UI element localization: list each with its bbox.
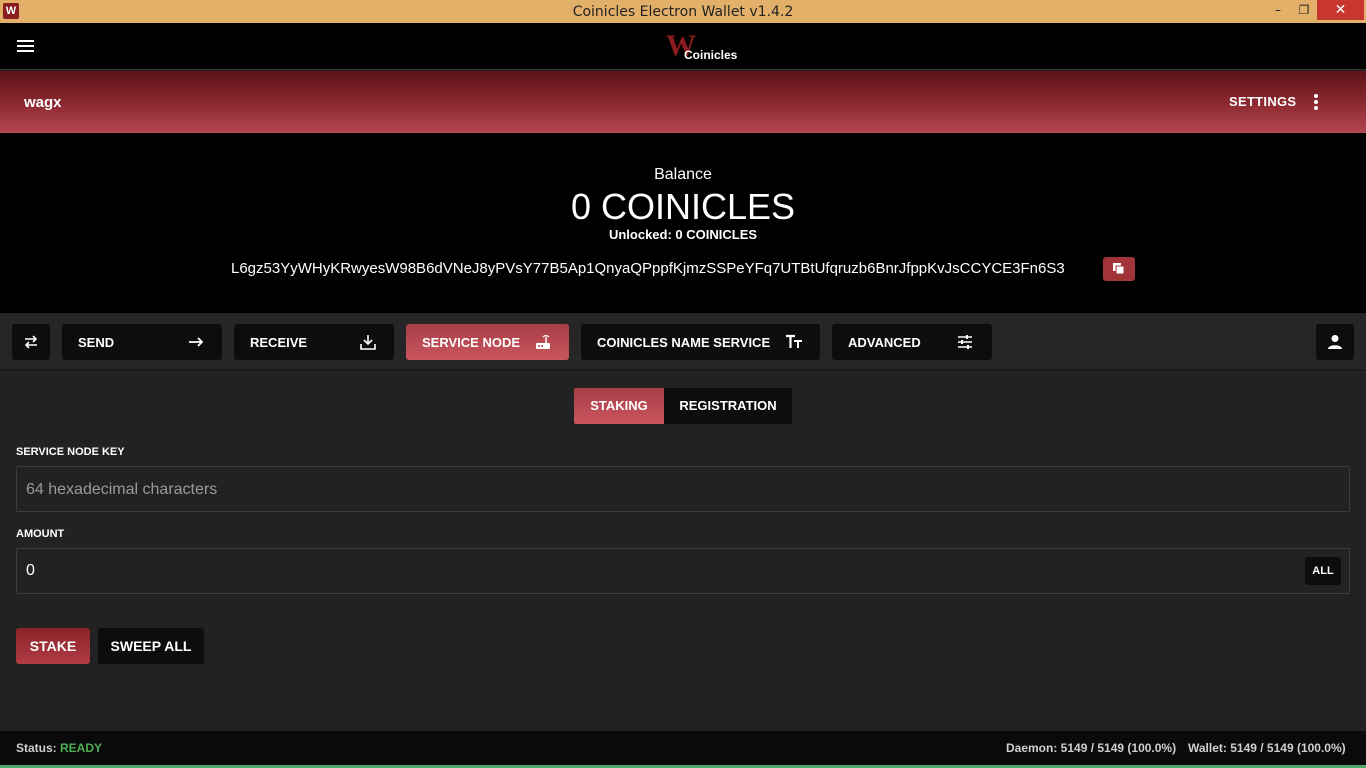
wallet-name: wagx: [24, 94, 62, 111]
copy-address-button[interactable]: [1103, 257, 1135, 281]
name-service-button[interactable]: COINICLES NAME SERVICE: [581, 324, 820, 360]
name-service-label: COINICLES NAME SERVICE: [597, 335, 771, 350]
account-button[interactable]: [1316, 324, 1354, 360]
amount-value: 0: [26, 562, 35, 579]
status-value: READY: [60, 741, 103, 755]
service-node-key-input[interactable]: 64 hexadecimal characters: [16, 466, 1350, 512]
logo-mark: W: [666, 29, 696, 62]
menu-icon[interactable]: [17, 40, 34, 52]
service-node-key-label: SERVICE NODE KEY: [16, 446, 125, 458]
advanced-label: ADVANCED: [848, 335, 921, 350]
service-node-key-placeholder: 64 hexadecimal characters: [26, 481, 218, 498]
wallet-sync-status: Wallet: 5149 / 5149 (100.0%): [1188, 741, 1346, 755]
minimize-button[interactable]: –: [1265, 0, 1291, 20]
advanced-button[interactable]: ADVANCED: [832, 324, 992, 360]
receive-button[interactable]: RECEIVE: [234, 324, 394, 360]
download-icon: [360, 335, 376, 350]
arrow-right-icon: [189, 337, 204, 347]
sliders-icon: [958, 335, 972, 349]
service-node-panel: STAKING REGISTRATION SERVICE NODE KEY 64…: [0, 371, 1366, 731]
close-button[interactable]: ✕: [1317, 0, 1364, 20]
router-icon: [536, 335, 550, 349]
maximize-button[interactable]: ❐: [1291, 0, 1317, 20]
window-titlebar: W Coinicles Electron Wallet v1.4.2 – ❐ ✕: [0, 0, 1366, 23]
service-node-label: SERVICE NODE: [422, 335, 521, 350]
sweep-all-button[interactable]: SWEEP ALL: [98, 628, 204, 664]
unlocked-balance: Unlocked: 0 COINICLES: [608, 227, 758, 242]
text-size-icon: [786, 334, 802, 348]
receive-label: RECEIVE: [250, 335, 308, 350]
swap-button[interactable]: [12, 324, 50, 360]
more-options-icon[interactable]: [1313, 94, 1319, 110]
all-button[interactable]: ALL: [1305, 557, 1341, 585]
status-prefix: Status:: [16, 741, 57, 755]
user-icon: [1328, 335, 1342, 349]
nav-strip: SEND RECEIVE SERVICE NODE COINICLES NAME…: [0, 313, 1366, 371]
stake-button[interactable]: STAKE: [16, 628, 90, 664]
status-bar: Status: READY Daemon: 5149 / 5149 (100.0…: [0, 731, 1366, 768]
wallet-bar: wagx SETTINGS: [0, 71, 1366, 133]
window-title: Coinicles Electron Wallet v1.4.2: [572, 4, 794, 20]
balance-label: Balance: [654, 166, 712, 183]
service-node-button[interactable]: SERVICE NODE: [406, 324, 569, 360]
amount-label: AMOUNT: [16, 528, 65, 540]
daemon-sync-status: Daemon: 5149 / 5149 (100.0%): [1006, 741, 1177, 755]
swap-arrows-icon: [24, 335, 38, 349]
brand-name: Coinicles: [684, 48, 738, 62]
tab-registration[interactable]: REGISTRATION: [664, 388, 792, 424]
send-button[interactable]: SEND: [62, 324, 222, 360]
wallet-address: L6gz53YyWHyKRwyesW98B6dVNeJ8yPVsY77B5Ap1…: [231, 260, 1065, 277]
copy-icon: [1113, 263, 1125, 275]
balance-value: 0 COINICLES: [570, 186, 796, 227]
app-header: W Coinicles: [0, 23, 1366, 70]
send-label: SEND: [78, 335, 115, 350]
settings-button[interactable]: SETTINGS: [1229, 94, 1296, 109]
balance-panel: Balance 0 COINICLES Unlocked: 0 COINICLE…: [0, 133, 1366, 313]
amount-input[interactable]: 0 ALL: [16, 548, 1350, 594]
tab-staking[interactable]: STAKING: [574, 388, 664, 424]
status-indicator: Status: READY: [16, 741, 102, 755]
